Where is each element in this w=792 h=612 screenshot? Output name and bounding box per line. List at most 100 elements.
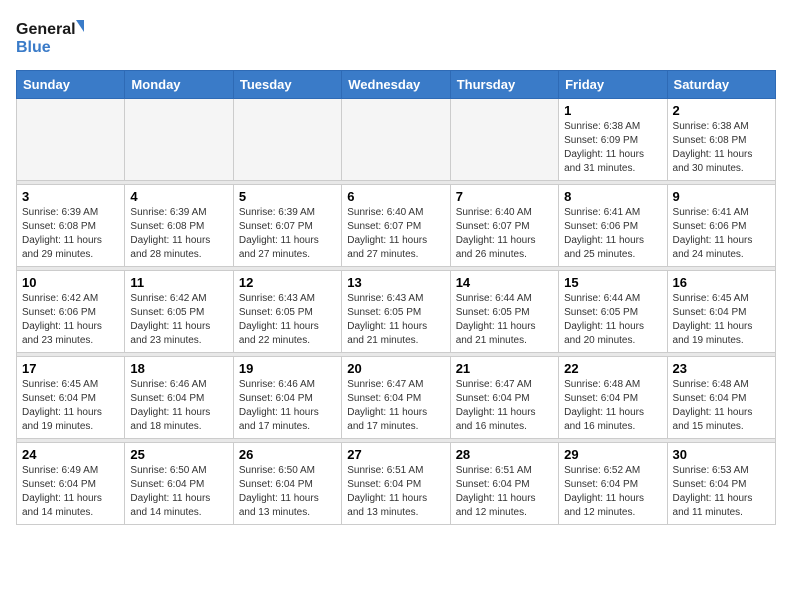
day-cell: 3 Sunrise: 6:39 AM Sunset: 6:08 PM Daylig… xyxy=(17,185,125,267)
day-number: 14 xyxy=(456,275,553,290)
day-number: 18 xyxy=(130,361,227,376)
logo-svg: General Blue xyxy=(16,16,86,60)
day-number: 27 xyxy=(347,447,444,462)
day-info: Sunrise: 6:50 AM Sunset: 6:04 PM Dayligh… xyxy=(239,464,336,520)
day-cell: 18 Sunrise: 6:46 AM Sunset: 6:04 PM Dayli… xyxy=(125,357,233,439)
day-cell: 26Sunrise: 6:50 AM Sunset: 6:04 PM Dayli… xyxy=(233,443,341,525)
day-number: 21 xyxy=(456,361,553,376)
svg-text:General: General xyxy=(16,21,76,38)
day-number: 10 xyxy=(22,275,119,290)
col-header-sunday: Sunday xyxy=(17,71,125,99)
day-cell xyxy=(450,99,558,181)
day-number: 5 xyxy=(239,189,336,204)
day-cell: 1Sunrise: 6:38 AM Sunset: 6:09 PM Daylig… xyxy=(559,99,667,181)
svg-text:Blue: Blue xyxy=(16,39,51,56)
day-cell: 22 Sunrise: 6:48 AM Sunset: 6:04 PM Dayli… xyxy=(559,357,667,439)
day-number: 30 xyxy=(673,447,770,462)
day-cell: 15 Sunrise: 6:44 AM Sunset: 6:05 PM Dayli… xyxy=(559,271,667,353)
day-cell: 16 Sunrise: 6:45 AM Sunset: 6:04 PM Dayli… xyxy=(667,271,775,353)
day-cell: 17Sunrise: 6:45 AM Sunset: 6:04 PM Dayli… xyxy=(17,357,125,439)
day-info: Sunrise: 6:39 AM Sunset: 6:08 PM Dayligh… xyxy=(130,206,227,262)
day-number: 23 xyxy=(673,361,770,376)
day-number: 15 xyxy=(564,275,661,290)
day-cell: 30 Sunrise: 6:53 AM Sunset: 6:04 PM Dayli… xyxy=(667,443,775,525)
week-row-5: 24 Sunrise: 6:49 AM Sunset: 6:04 PM Dayli… xyxy=(17,443,776,525)
week-row-4: 17Sunrise: 6:45 AM Sunset: 6:04 PM Dayli… xyxy=(17,357,776,439)
day-number: 28 xyxy=(456,447,553,462)
day-cell: 23 Sunrise: 6:48 AM Sunset: 6:04 PM Dayli… xyxy=(667,357,775,439)
day-info: Sunrise: 6:51 AM Sunset: 6:04 PM Dayligh… xyxy=(456,464,553,520)
day-cell: 12 Sunrise: 6:43 AM Sunset: 6:05 PM Dayli… xyxy=(233,271,341,353)
day-number: 7 xyxy=(456,189,553,204)
day-number: 3 xyxy=(22,189,119,204)
day-info: Sunrise: 6:41 AM Sunset: 6:06 PM Dayligh… xyxy=(673,206,770,262)
day-cell: 14 Sunrise: 6:44 AM Sunset: 6:05 PM Dayli… xyxy=(450,271,558,353)
day-cell: 13Sunrise: 6:43 AM Sunset: 6:05 PM Dayli… xyxy=(342,271,450,353)
day-info: Sunrise: 6:45 AM Sunset: 6:04 PM Dayligh… xyxy=(673,292,770,348)
col-header-tuesday: Tuesday xyxy=(233,71,341,99)
col-header-thursday: Thursday xyxy=(450,71,558,99)
day-cell: 2 Sunrise: 6:38 AM Sunset: 6:08 PM Daylig… xyxy=(667,99,775,181)
day-cell: 25Sunrise: 6:50 AM Sunset: 6:04 PM Dayli… xyxy=(125,443,233,525)
day-cell: 4Sunrise: 6:39 AM Sunset: 6:08 PM Daylig… xyxy=(125,185,233,267)
day-info: Sunrise: 6:43 AM Sunset: 6:05 PM Dayligh… xyxy=(239,292,336,348)
calendar-header-row: SundayMondayTuesdayWednesdayThursdayFrid… xyxy=(17,71,776,99)
day-number: 24 xyxy=(22,447,119,462)
day-cell: 8 Sunrise: 6:41 AM Sunset: 6:06 PM Daylig… xyxy=(559,185,667,267)
day-info: Sunrise: 6:49 AM Sunset: 6:04 PM Dayligh… xyxy=(22,464,119,520)
day-number: 22 xyxy=(564,361,661,376)
day-number: 8 xyxy=(564,189,661,204)
day-info: Sunrise: 6:42 AM Sunset: 6:05 PM Dayligh… xyxy=(130,292,227,348)
week-row-3: 10 Sunrise: 6:42 AM Sunset: 6:06 PM Dayli… xyxy=(17,271,776,353)
day-info: Sunrise: 6:48 AM Sunset: 6:04 PM Dayligh… xyxy=(673,378,770,434)
day-info: Sunrise: 6:38 AM Sunset: 6:09 PM Dayligh… xyxy=(564,120,661,176)
day-info: Sunrise: 6:47 AM Sunset: 6:04 PM Dayligh… xyxy=(456,378,553,434)
day-cell: 24 Sunrise: 6:49 AM Sunset: 6:04 PM Dayli… xyxy=(17,443,125,525)
day-info: Sunrise: 6:53 AM Sunset: 6:04 PM Dayligh… xyxy=(673,464,770,520)
day-cell: 27Sunrise: 6:51 AM Sunset: 6:04 PM Dayli… xyxy=(342,443,450,525)
day-cell: 29 Sunrise: 6:52 AM Sunset: 6:04 PM Dayli… xyxy=(559,443,667,525)
day-info: Sunrise: 6:52 AM Sunset: 6:04 PM Dayligh… xyxy=(564,464,661,520)
week-row-2: 3 Sunrise: 6:39 AM Sunset: 6:08 PM Daylig… xyxy=(17,185,776,267)
day-info: Sunrise: 6:42 AM Sunset: 6:06 PM Dayligh… xyxy=(22,292,119,348)
day-cell: 6 Sunrise: 6:40 AM Sunset: 6:07 PM Daylig… xyxy=(342,185,450,267)
day-info: Sunrise: 6:44 AM Sunset: 6:05 PM Dayligh… xyxy=(456,292,553,348)
day-cell xyxy=(342,99,450,181)
day-info: Sunrise: 6:46 AM Sunset: 6:04 PM Dayligh… xyxy=(130,378,227,434)
day-number: 20 xyxy=(347,361,444,376)
day-info: Sunrise: 6:39 AM Sunset: 6:07 PM Dayligh… xyxy=(239,206,336,262)
day-cell: 5 Sunrise: 6:39 AM Sunset: 6:07 PM Daylig… xyxy=(233,185,341,267)
day-info: Sunrise: 6:40 AM Sunset: 6:07 PM Dayligh… xyxy=(347,206,444,262)
day-number: 29 xyxy=(564,447,661,462)
day-info: Sunrise: 6:45 AM Sunset: 6:04 PM Dayligh… xyxy=(22,378,119,434)
day-number: 2 xyxy=(673,103,770,118)
day-cell: 19 Sunrise: 6:46 AM Sunset: 6:04 PM Dayli… xyxy=(233,357,341,439)
day-number: 12 xyxy=(239,275,336,290)
day-cell xyxy=(125,99,233,181)
day-number: 16 xyxy=(673,275,770,290)
day-cell: 28 Sunrise: 6:51 AM Sunset: 6:04 PM Dayli… xyxy=(450,443,558,525)
day-cell: 21 Sunrise: 6:47 AM Sunset: 6:04 PM Dayli… xyxy=(450,357,558,439)
day-info: Sunrise: 6:43 AM Sunset: 6:05 PM Dayligh… xyxy=(347,292,444,348)
day-number: 11 xyxy=(130,275,227,290)
day-number: 19 xyxy=(239,361,336,376)
logo: General Blue xyxy=(16,16,86,60)
day-cell: 7 Sunrise: 6:40 AM Sunset: 6:07 PM Daylig… xyxy=(450,185,558,267)
day-cell: 20 Sunrise: 6:47 AM Sunset: 6:04 PM Dayli… xyxy=(342,357,450,439)
day-cell: 10 Sunrise: 6:42 AM Sunset: 6:06 PM Dayli… xyxy=(17,271,125,353)
day-number: 6 xyxy=(347,189,444,204)
day-info: Sunrise: 6:40 AM Sunset: 6:07 PM Dayligh… xyxy=(456,206,553,262)
day-info: Sunrise: 6:46 AM Sunset: 6:04 PM Dayligh… xyxy=(239,378,336,434)
day-cell: 9 Sunrise: 6:41 AM Sunset: 6:06 PM Daylig… xyxy=(667,185,775,267)
day-info: Sunrise: 6:47 AM Sunset: 6:04 PM Dayligh… xyxy=(347,378,444,434)
day-number: 25 xyxy=(130,447,227,462)
day-info: Sunrise: 6:41 AM Sunset: 6:06 PM Dayligh… xyxy=(564,206,661,262)
day-info: Sunrise: 6:44 AM Sunset: 6:05 PM Dayligh… xyxy=(564,292,661,348)
col-header-saturday: Saturday xyxy=(667,71,775,99)
day-cell xyxy=(233,99,341,181)
day-info: Sunrise: 6:38 AM Sunset: 6:08 PM Dayligh… xyxy=(673,120,770,176)
day-number: 9 xyxy=(673,189,770,204)
day-info: Sunrise: 6:39 AM Sunset: 6:08 PM Dayligh… xyxy=(22,206,119,262)
week-row-1: 1Sunrise: 6:38 AM Sunset: 6:09 PM Daylig… xyxy=(17,99,776,181)
day-info: Sunrise: 6:48 AM Sunset: 6:04 PM Dayligh… xyxy=(564,378,661,434)
